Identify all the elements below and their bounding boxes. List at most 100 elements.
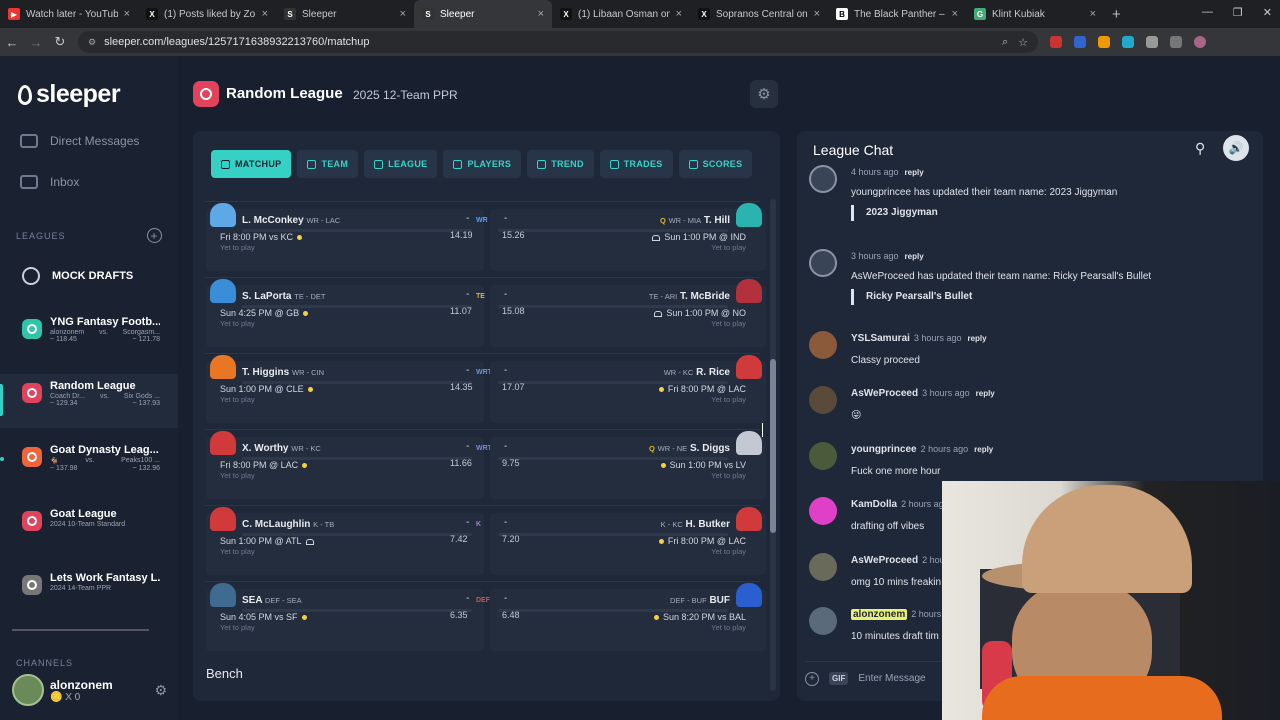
puzzle-icon[interactable] — [1170, 36, 1182, 48]
tab-close-icon[interactable]: × — [538, 8, 544, 20]
reply-link[interactable]: reply — [905, 252, 924, 261]
tab-trades[interactable]: TRADES — [599, 150, 673, 178]
avatar[interactable] — [12, 674, 44, 706]
avatar[interactable] — [809, 331, 837, 359]
reply-link[interactable]: reply — [976, 389, 995, 398]
browser-tab[interactable]: ▶ Watch later - YouTube × — [0, 0, 138, 28]
players-icon — [453, 159, 463, 169]
browser-tab[interactable]: G Klint Kubiak × — [966, 0, 1104, 28]
pin-icon[interactable]: ⚲ — [1195, 140, 1213, 158]
avatar[interactable] — [809, 386, 837, 414]
extension-icon[interactable] — [1050, 36, 1062, 48]
direct-messages-link[interactable]: Direct Messages — [20, 134, 139, 148]
close-window-icon[interactable]: ✕ — [1263, 6, 1272, 19]
league-name: YNG Fantasy Footb... — [50, 316, 160, 328]
avatar[interactable] — [809, 607, 837, 635]
browser-tab[interactable]: B The Black Panther – Goo × — [828, 0, 966, 28]
sleeper-logo[interactable]: sleeper — [18, 80, 121, 109]
message-author[interactable]: alonzonem — [851, 609, 908, 620]
reply-link[interactable]: reply — [967, 334, 986, 343]
message-author[interactable]: YSLSamurai — [851, 333, 910, 344]
tab-team[interactable]: TEAM — [297, 150, 359, 178]
bookmark-star-icon[interactable]: ☆ — [1018, 36, 1028, 49]
starter-player-left[interactable]: S. LaPorta TE - DET - Sun 4:25 PM @ GB Yet … — [206, 279, 484, 347]
reload-icon[interactable]: ↻ — [48, 34, 72, 50]
speaker-icon[interactable]: 🔊 — [1223, 135, 1249, 161]
message-author[interactable]: AsWeProceed — [851, 388, 918, 399]
starter-player-left[interactable]: C. McLaughlin K - TB - Sun 1:00 PM @ ATL Ye… — [206, 507, 484, 575]
player-name-text: S. Diggs — [689, 443, 730, 454]
tab-close-icon[interactable]: × — [262, 8, 268, 20]
browser-tab[interactable]: S Sleeper × — [414, 0, 552, 28]
starter-player-left[interactable]: X. Worthy WR - KC - Fri 8:00 PM @ LAC Yet t… — [206, 431, 484, 499]
message-author[interactable]: KamDolla — [851, 499, 897, 510]
extension-icon[interactable] — [1122, 36, 1134, 48]
reply-link[interactable]: reply — [905, 168, 924, 177]
sidebar-league-item[interactable]: Lets Work Fantasy L... 2024 14-Team PPR — [0, 566, 178, 620]
browser-tab[interactable]: S Sleeper × — [276, 0, 414, 28]
restore-icon[interactable]: ❐ — [1233, 6, 1243, 19]
avatar[interactable] — [809, 553, 837, 581]
sidebar-league-item[interactable]: Goat League 2024 10-Team Standard — [0, 502, 178, 556]
tab-close-icon[interactable]: × — [124, 8, 130, 20]
active-league-indicator — [0, 384, 3, 416]
starter-player-right[interactable]: Q WR - MIA T. Hill - 15.26 Sun 1:00 PM @ IN… — [490, 203, 766, 271]
tab-players[interactable]: PLAYERS — [443, 150, 522, 178]
starter-player-left[interactable]: L. McConkey WR - LAC - Fri 8:00 PM vs KC Ye… — [206, 203, 484, 271]
minimize-icon[interactable]: — — [1202, 6, 1213, 19]
starter-player-left[interactable]: SEA DEF - SEA - Sun 4:05 PM vs SF Yet to pl… — [206, 583, 484, 651]
message-input[interactable]: Enter Message — [858, 673, 925, 684]
add-league-icon[interactable]: + — [147, 228, 162, 243]
starter-player-right[interactable]: DEF - BUF BUF - 6.48 Sun 8:20 PM vs BAL Yet … — [490, 583, 766, 651]
sidebar-league-item[interactable]: Goat Dynasty Leag... 🐐 vs. Peaks100 ... ~ 13… — [0, 438, 178, 492]
site-info-icon[interactable]: ⚙ — [88, 37, 96, 48]
avatar[interactable] — [809, 442, 837, 470]
inbox-link[interactable]: Inbox — [20, 175, 79, 189]
reply-link[interactable]: reply — [974, 445, 993, 454]
starter-player-left[interactable]: T. Higgins WR - CIN - Sun 1:00 PM @ CLE Yet… — [206, 355, 484, 423]
extension-icon[interactable] — [1146, 36, 1158, 48]
starter-player-right[interactable]: Q WR - NE S. Diggs - 9.75 Sun 1:00 PM vs LV… — [490, 431, 766, 499]
extension-icon[interactable] — [1098, 36, 1110, 48]
league-matchup-teams: Coach Dr... vs. Six Gods ... — [50, 393, 160, 400]
message-author[interactable]: AsWeProceed — [851, 555, 918, 566]
tab-close-icon[interactable]: × — [1090, 8, 1096, 20]
tab-trend[interactable]: TREND — [527, 150, 594, 178]
starter-player-right[interactable]: WR - KC R. Rice - 17.07 Fri 8:00 PM @ LAC Ye… — [490, 355, 766, 423]
browser-tab[interactable]: X (1) Posts liked by Zo 🥀 (× — [138, 0, 276, 28]
tab-close-icon[interactable]: × — [814, 8, 820, 20]
sidebar-league-item[interactable]: YNG Fantasy Footb... alonzonem vs. Scorgasm… — [0, 310, 178, 364]
game-status: Yet to play — [711, 623, 746, 632]
gif-button[interactable]: GIF — [829, 672, 849, 685]
new-tab-icon[interactable]: + — [1112, 6, 1121, 23]
starter-player-right[interactable]: TE - ARI T. McBride - 15.08 Sun 1:00 PM @ N… — [490, 279, 766, 347]
tab-scores[interactable]: SCORES — [678, 150, 753, 178]
back-icon[interactable]: ← — [0, 35, 24, 50]
tab-league[interactable]: LEAGUE — [364, 150, 438, 178]
profile-avatar-icon[interactable] — [1194, 36, 1206, 48]
address-bar[interactable]: ⚙ sleeper.com/leagues/125717163893221376… — [78, 31, 1038, 53]
browser-tab[interactable]: X Sopranos Central on X: "I × — [690, 0, 828, 28]
league-avatar-icon — [22, 575, 42, 595]
attach-plus-icon[interactable]: + — [805, 671, 819, 686]
zoom-icon[interactable]: ⌕ — [1002, 36, 1008, 49]
message-time: 2 hours ago — [920, 444, 969, 454]
mock-drafts-link[interactable]: MOCK DRAFTS — [22, 267, 133, 285]
tab-close-icon[interactable]: × — [676, 8, 682, 20]
user-settings-gear-icon[interactable]: ⚙ — [154, 682, 167, 699]
avatar[interactable] — [809, 497, 837, 525]
tab-close-icon[interactable]: × — [400, 8, 406, 20]
tab-close-icon[interactable]: × — [952, 8, 958, 20]
message-author[interactable]: youngprincee — [851, 444, 917, 455]
forward-icon[interactable]: → — [24, 35, 48, 50]
current-user[interactable]: alonzonem 🪙 X 0 ⚙ — [12, 674, 167, 706]
league-settings-gear-icon[interactable]: ⚙ — [750, 80, 778, 108]
extension-icon[interactable] — [1074, 36, 1086, 48]
player-name: X. Worthy WR - KC — [242, 443, 321, 454]
tab-matchup[interactable]: MATCHUP — [211, 150, 292, 178]
browser-tab[interactable]: X (1) Libaan Osman on X: "i × — [552, 0, 690, 28]
starter-player-right[interactable]: K - KC H. Butker - 7.20 Fri 8:00 PM @ LAC Ye… — [490, 507, 766, 575]
player-headshot — [210, 507, 236, 531]
sidebar-league-item[interactable]: Random League Coach Dr... vs. Six Gods ... ~… — [0, 374, 178, 428]
scrollbar-thumb[interactable] — [770, 359, 776, 533]
